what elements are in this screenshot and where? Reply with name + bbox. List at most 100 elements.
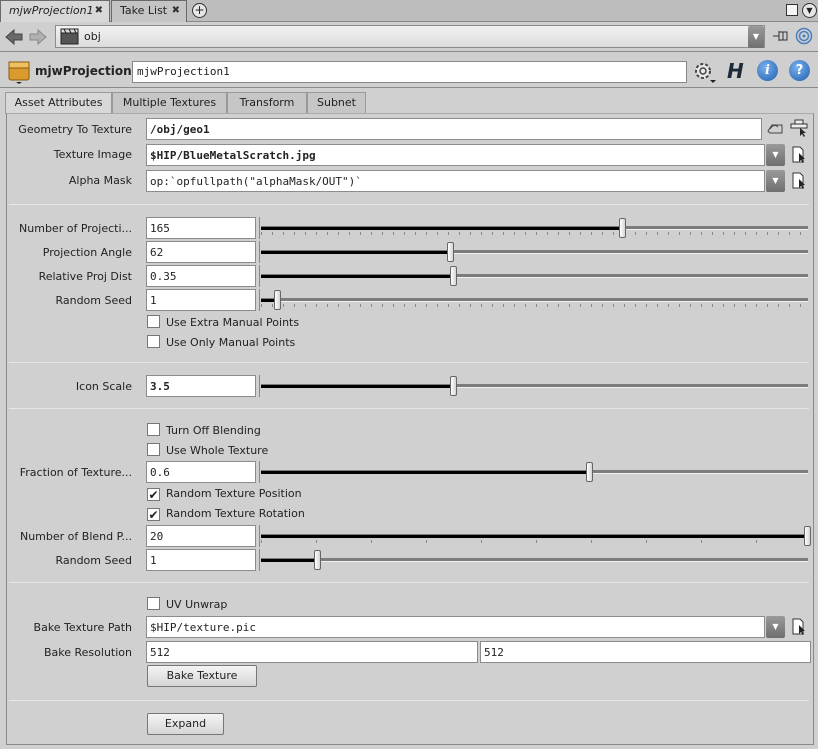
checkbox-box[interactable] <box>147 423 160 436</box>
bake-resolution-label: Bake Resolution <box>43 646 132 659</box>
checkbox-box[interactable]: ✔ <box>147 488 160 501</box>
navigation-bar: obj ▼ <box>0 22 818 52</box>
fraction-of-texture-input[interactable]: 0.6 <box>146 461 256 483</box>
pin-icon[interactable] <box>772 28 790 44</box>
expand-button[interactable]: Expand <box>147 713 224 735</box>
relative-proj-dist-slider[interactable] <box>259 265 808 287</box>
info-icon[interactable]: i <box>757 60 778 81</box>
tab-transform[interactable]: Transform <box>227 92 307 113</box>
node-header: mjwProjection mjwProjection1 H i ? <box>0 53 818 88</box>
chooser-op-icon[interactable] <box>790 119 808 137</box>
texture-image-label: Texture Image <box>53 148 132 161</box>
texture-image-dropdown[interactable]: ▼ <box>766 144 785 166</box>
pane-menu-icon[interactable]: ▼ <box>802 3 817 18</box>
uv-unwrap-checkbox[interactable]: UV Unwrap <box>147 597 227 613</box>
num-blend-input[interactable]: 20 <box>146 525 256 547</box>
tab-multiple-textures[interactable]: Multiple Textures <box>112 92 227 113</box>
turn-off-blending-checkbox[interactable]: Turn Off Blending <box>147 423 261 439</box>
node-type-label: mjwProjection <box>35 64 132 78</box>
tab-mjwprojection1[interactable]: mjwProjection1 ✖ <box>0 0 110 22</box>
alpha-mask-dropdown[interactable]: ▼ <box>766 170 785 192</box>
slider-thumb[interactable] <box>586 462 593 482</box>
forward-arrow-icon[interactable] <box>29 29 47 45</box>
num-projections-input[interactable]: 165 <box>146 217 256 239</box>
bake-resolution-x-input[interactable]: 512 <box>146 641 478 663</box>
projection-angle-label: Projection Angle <box>42 246 132 259</box>
houdini-menu-icon[interactable]: H <box>727 59 744 83</box>
link-icon[interactable] <box>795 27 813 45</box>
checkbox-label: Use Extra Manual Points <box>166 316 300 329</box>
use-whole-texture-checkbox[interactable]: Use Whole Texture <box>147 443 268 459</box>
random-seed-2-label: Random Seed <box>55 554 132 567</box>
close-tab-icon[interactable]: ✖ <box>95 1 103 21</box>
slider-fill <box>261 227 622 230</box>
tab-take-list[interactable]: Take List ✖ <box>111 0 187 22</box>
geometry-to-texture-label: Geometry To Texture <box>18 123 132 136</box>
checkbox-label: Use Whole Texture <box>166 444 269 457</box>
bake-texture-path-input[interactable]: $HIP/texture.pic <box>146 616 765 638</box>
random-seed-2-input[interactable]: 1 <box>146 549 256 571</box>
projection-angle-slider[interactable] <box>259 241 808 263</box>
icon-scale-slider[interactable] <box>259 375 808 397</box>
texture-image-input[interactable]: $HIP/BlueMetalScratch.jpg <box>146 144 765 166</box>
random-texture-position-checkbox[interactable]: ✔ Random Texture Position <box>147 487 302 503</box>
relative-proj-dist-input[interactable]: 0.35 <box>146 265 256 287</box>
digital-asset-icon[interactable] <box>7 58 31 84</box>
close-tab-icon[interactable]: ✖ <box>172 1 180 21</box>
projection-angle-input[interactable]: 62 <box>146 241 256 263</box>
bake-resolution-y-input[interactable]: 512 <box>480 641 811 663</box>
checkbox-label: Random Texture Rotation <box>166 507 305 520</box>
slider-fill <box>261 559 317 562</box>
slider-fill <box>261 471 589 474</box>
icon-scale-input[interactable]: 3.5 <box>146 375 256 397</box>
random-seed-input[interactable]: 1 <box>146 289 256 311</box>
separator <box>9 582 809 583</box>
num-projections-label: Number of Projecti... <box>19 222 132 235</box>
slider-thumb[interactable] <box>314 550 321 570</box>
node-name-input[interactable]: mjwProjection1 <box>132 61 687 83</box>
slider-thumb[interactable] <box>804 526 811 546</box>
separator <box>9 362 809 363</box>
random-seed-2-slider[interactable] <box>259 549 808 571</box>
maximize-pane-icon[interactable] <box>786 4 798 16</box>
slider-thumb[interactable] <box>619 218 626 238</box>
geometry-to-texture-input[interactable]: /obj/geo1 <box>146 118 762 140</box>
checkbox-box[interactable] <box>147 443 160 456</box>
file-chooser-icon[interactable] <box>792 172 808 190</box>
bake-texture-path-label: Bake Texture Path <box>33 621 132 634</box>
file-chooser-icon[interactable] <box>792 618 808 636</box>
file-chooser-icon[interactable] <box>792 146 808 164</box>
checkbox-box[interactable] <box>147 597 160 610</box>
tab-asset-attributes[interactable]: Asset Attributes <box>5 92 112 114</box>
gear-icon[interactable] <box>692 60 716 84</box>
slider-thumb[interactable] <box>450 266 457 286</box>
tab-label: Take List <box>120 4 168 17</box>
use-only-manual-points-checkbox[interactable]: Use Only Manual Points <box>147 335 295 351</box>
checkbox-box[interactable] <box>147 335 160 348</box>
back-arrow-icon[interactable] <box>5 29 23 45</box>
slider-thumb[interactable] <box>274 290 281 310</box>
tab-subnet[interactable]: Subnet <box>307 92 366 113</box>
add-tab-icon[interactable]: + <box>192 3 207 18</box>
tab-label: mjwProjection1 <box>9 4 94 17</box>
bake-texture-button[interactable]: Bake Texture <box>147 665 257 687</box>
select-geometry-icon[interactable] <box>766 121 784 135</box>
random-texture-rotation-checkbox[interactable]: ✔ Random Texture Rotation <box>147 507 305 523</box>
path-dropdown-button[interactable]: ▼ <box>748 26 764 48</box>
bake-texture-path-dropdown[interactable]: ▼ <box>766 616 785 638</box>
random-seed-slider[interactable] <box>259 289 808 311</box>
fraction-of-texture-slider[interactable] <box>259 461 808 483</box>
num-blend-slider[interactable] <box>259 525 811 547</box>
slider-thumb[interactable] <box>447 242 454 262</box>
checkbox-box[interactable] <box>147 315 160 328</box>
slider-fill <box>261 385 453 388</box>
use-extra-manual-points-checkbox[interactable]: Use Extra Manual Points <box>147 315 299 331</box>
checkbox-box[interactable]: ✔ <box>147 508 160 521</box>
slider-thumb[interactable] <box>450 376 457 396</box>
alpha-mask-input[interactable]: op:`opfullpath("alphaMask/OUT")` <box>146 170 765 192</box>
separator <box>9 700 809 701</box>
num-projections-slider[interactable] <box>259 217 808 239</box>
path-field[interactable]: obj <box>55 25 765 48</box>
random-seed-label: Random Seed <box>55 294 132 307</box>
help-icon[interactable]: ? <box>789 60 810 81</box>
